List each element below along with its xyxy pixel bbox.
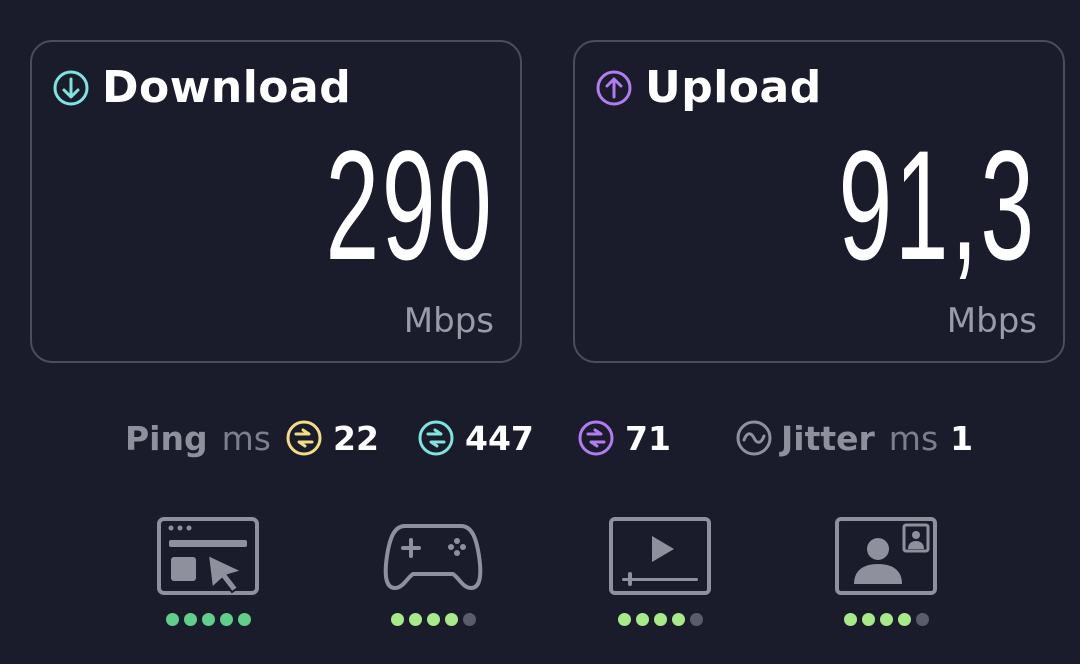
ping-download-icon (418, 420, 454, 456)
rating-dots (605, 613, 715, 626)
rating-dot-empty (915, 613, 929, 626)
rating-dot-filled (408, 613, 422, 626)
rating-dot-filled (843, 613, 857, 626)
jitter-label: Jitter (781, 418, 875, 458)
rating-dots (153, 613, 263, 626)
rating-dot-filled (444, 613, 458, 626)
rating-dot-filled (861, 613, 875, 626)
rating-dots (378, 613, 488, 626)
activity-streaming (605, 516, 715, 636)
upload-speed-value: 91,3 (838, 119, 1037, 293)
download-title: Download (102, 62, 352, 113)
rating-dot-filled (390, 613, 404, 626)
upload-unit: Mbps (946, 301, 1037, 341)
ping-unit: ms (221, 418, 271, 458)
download-unit: Mbps (403, 301, 494, 341)
rating-dot-filled (617, 613, 631, 626)
ping-upload-icon (578, 420, 614, 456)
rating-dot-filled (671, 613, 685, 626)
ping-label-group: Ping ms (125, 415, 271, 461)
latency-row: Ping ms 22 447 71 Jitter ms 1 (0, 415, 1080, 461)
jitter-value: 1 (950, 418, 974, 458)
activity-ratings (0, 516, 1080, 636)
ping-label: Ping (125, 418, 208, 458)
download-card: Download 290 Mbps (30, 40, 522, 363)
arrow-down-circle-icon (53, 70, 89, 105)
ping-download-value: 447 (465, 418, 534, 458)
ping-download: 447 (417, 415, 534, 461)
activity-video-call (831, 516, 941, 636)
web-browsing-icon (157, 517, 259, 595)
upload-header: Upload (595, 62, 822, 113)
video-call-icon (835, 517, 937, 595)
arrow-up-circle-icon (596, 70, 632, 105)
upload-title: Upload (645, 62, 822, 113)
gaming-controller-icon (383, 524, 483, 590)
rating-dot-empty (462, 613, 476, 626)
activity-gaming (378, 516, 488, 636)
jitter-unit: ms (888, 418, 939, 458)
ping-upload: 71 (577, 415, 671, 461)
activity-browsing (153, 516, 263, 636)
rating-dot-filled (201, 613, 215, 626)
jitter-icon (736, 420, 772, 456)
rating-dot-filled (426, 613, 440, 626)
ping-idle: 22 (285, 415, 379, 461)
rating-dot-filled (879, 613, 893, 626)
video-streaming-icon (609, 517, 711, 595)
upload-card: Upload 91,3 Mbps (573, 40, 1065, 363)
ping-idle-value: 22 (333, 418, 379, 458)
rating-dot-filled (653, 613, 667, 626)
jitter: Jitter ms 1 (735, 415, 973, 461)
rating-dot-filled (897, 613, 911, 626)
ping-upload-value: 71 (625, 418, 671, 458)
rating-dot-filled (219, 613, 233, 626)
rating-dot-filled (165, 613, 179, 626)
rating-dot-filled (635, 613, 649, 626)
download-speed-value: 290 (325, 119, 494, 293)
rating-dot-filled (183, 613, 197, 626)
rating-dot-filled (237, 613, 251, 626)
rating-dots (831, 613, 941, 626)
ping-idle-icon (286, 420, 322, 456)
download-header: Download (52, 62, 351, 113)
rating-dot-empty (689, 613, 703, 626)
